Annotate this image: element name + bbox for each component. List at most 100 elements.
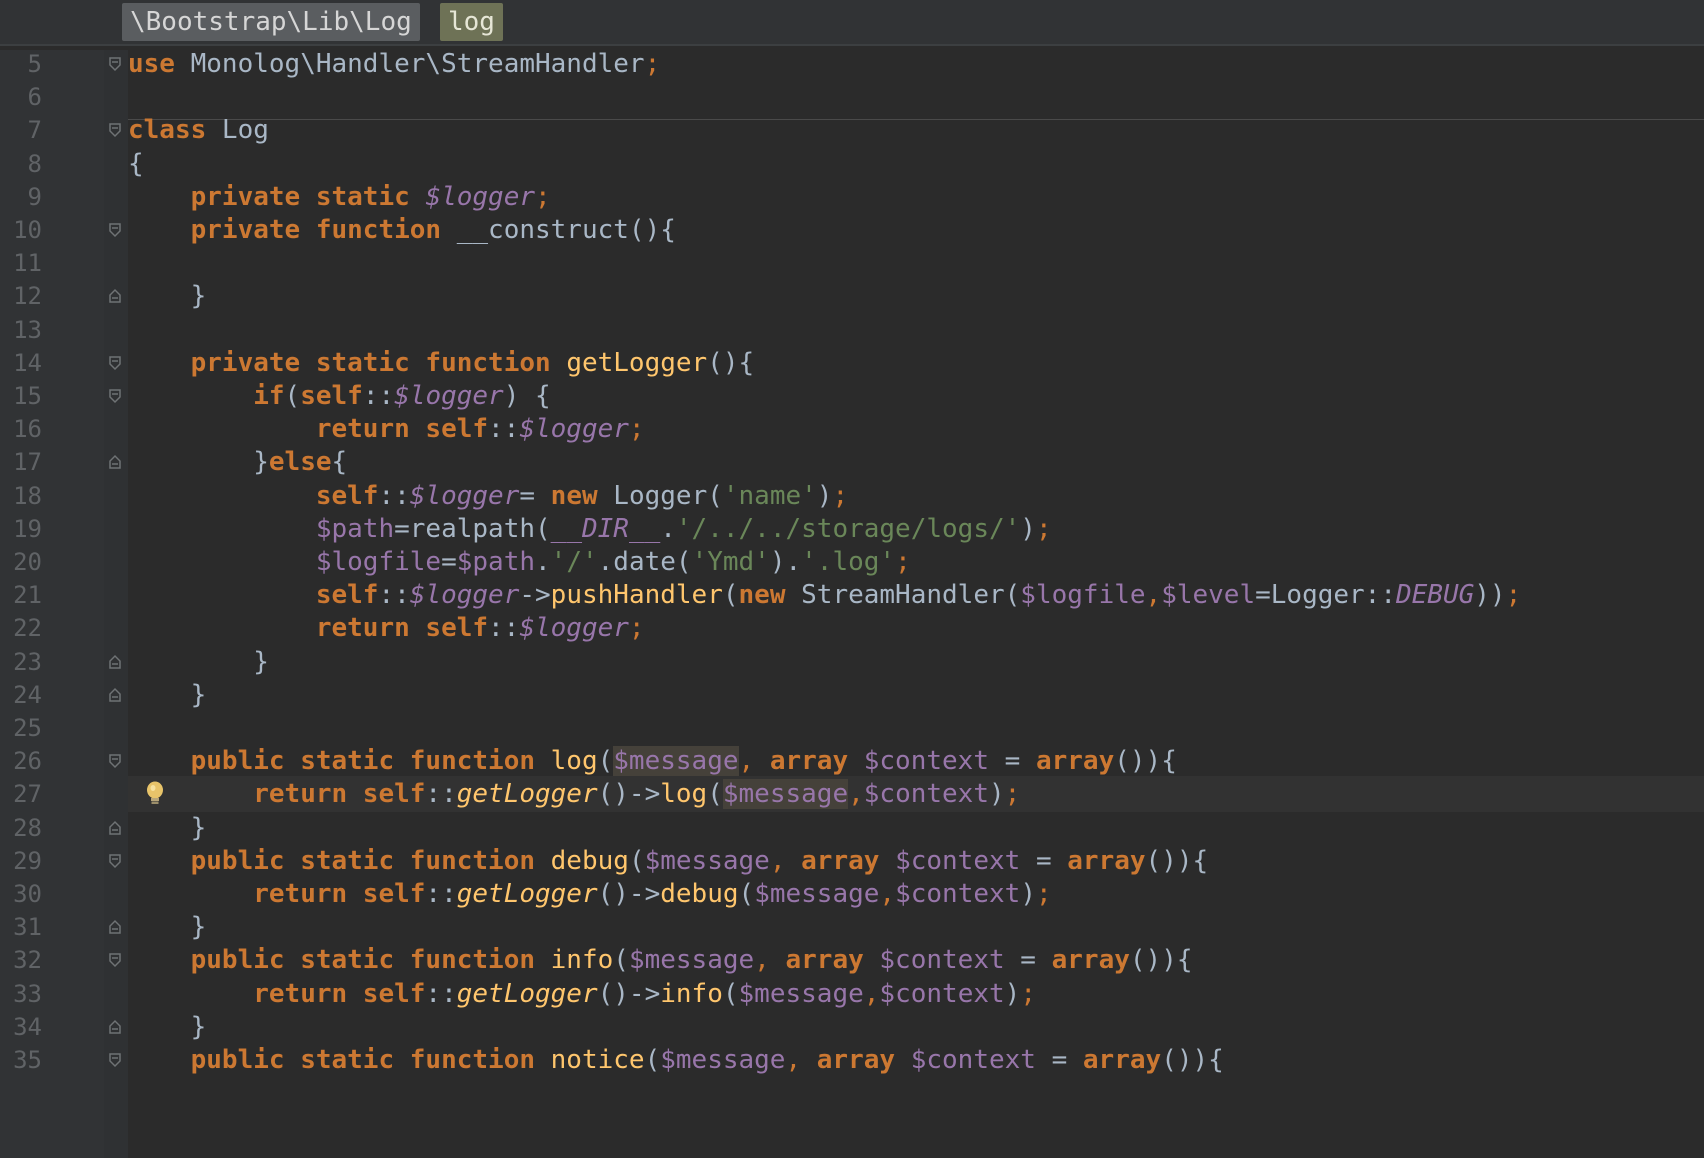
code-line[interactable]: 28 }: [0, 810, 1704, 846]
line-number[interactable]: 10: [0, 212, 42, 248]
line-number[interactable]: 23: [0, 644, 42, 680]
code-line[interactable]: 11: [0, 245, 1704, 281]
code-text[interactable]: return self::getLogger()->log($message,$…: [128, 776, 1020, 812]
line-number[interactable]: 13: [0, 312, 42, 348]
line-number[interactable]: 8: [0, 146, 42, 182]
fold-end-icon[interactable]: [107, 687, 123, 703]
code-line[interactable]: 22 return self::$logger;: [0, 610, 1704, 646]
code-line[interactable]: 13: [0, 312, 1704, 348]
code-line[interactable]: 16 return self::$logger;: [0, 411, 1704, 447]
fold-end-icon[interactable]: [107, 454, 123, 470]
breadcrumb-namespace[interactable]: \Bootstrap\Lib\Log: [122, 3, 420, 41]
line-number[interactable]: 35: [0, 1042, 42, 1078]
code-text[interactable]: }: [128, 677, 207, 713]
line-number[interactable]: 28: [0, 810, 42, 846]
code-line[interactable]: 34 }: [0, 1009, 1704, 1045]
line-number[interactable]: 9: [0, 179, 42, 215]
fold-end-icon[interactable]: [107, 919, 123, 935]
code-line[interactable]: 9 private static $logger;: [0, 179, 1704, 215]
code-line[interactable]: 23 }: [0, 644, 1704, 680]
code-text[interactable]: public static function info($message, ar…: [128, 942, 1193, 978]
fold-collapse-icon[interactable]: [107, 753, 123, 769]
code-text[interactable]: }: [128, 909, 207, 945]
fold-end-icon[interactable]: [107, 654, 123, 670]
fold-end-icon[interactable]: [107, 1019, 123, 1035]
code-line[interactable]: 20 $logfile=$path.'/'.date('Ymd').'.log'…: [0, 544, 1704, 580]
line-number[interactable]: 29: [0, 843, 42, 879]
line-number[interactable]: 21: [0, 577, 42, 613]
code-text[interactable]: return self::getLogger()->debug($message…: [128, 876, 1051, 912]
fold-collapse-icon[interactable]: [107, 222, 123, 238]
line-number[interactable]: 24: [0, 677, 42, 713]
fold-collapse-icon[interactable]: [107, 388, 123, 404]
line-number[interactable]: 25: [0, 710, 42, 746]
code-line[interactable]: 15 if(self::$logger) {: [0, 378, 1704, 414]
line-number[interactable]: 12: [0, 278, 42, 314]
line-number[interactable]: 14: [0, 345, 42, 381]
code-line[interactable]: 5 use Monolog\Handler\StreamHandler;: [0, 46, 1704, 82]
code-text[interactable]: $logfile=$path.'/'.date('Ymd').'.log';: [128, 544, 911, 580]
line-number[interactable]: 5: [0, 46, 42, 82]
code-line[interactable]: 35 public static function notice($messag…: [0, 1042, 1704, 1078]
code-text[interactable]: private static $logger;: [128, 179, 551, 215]
line-number[interactable]: 33: [0, 976, 42, 1012]
code-text[interactable]: }: [128, 810, 207, 846]
code-text[interactable]: public static function debug($message, a…: [128, 843, 1209, 879]
code-text[interactable]: private function __construct(){: [128, 212, 676, 248]
line-number[interactable]: 11: [0, 245, 42, 281]
fold-collapse-icon[interactable]: [107, 952, 123, 968]
line-number[interactable]: 19: [0, 511, 42, 547]
code-text[interactable]: }: [128, 644, 269, 680]
code-line[interactable]: 12 }: [0, 278, 1704, 314]
code-text[interactable]: use Monolog\Handler\StreamHandler;: [128, 46, 660, 82]
line-number[interactable]: 7: [0, 112, 42, 148]
fold-collapse-icon[interactable]: [107, 853, 123, 869]
code-line[interactable]: 30 return self::getLogger()->debug($mess…: [0, 876, 1704, 912]
line-number[interactable]: 30: [0, 876, 42, 912]
code-line[interactable]: 27 return self::getLogger()->log($messag…: [0, 776, 1704, 813]
code-text[interactable]: }: [128, 278, 207, 314]
code-line[interactable]: 17 }else{: [0, 444, 1704, 480]
line-number[interactable]: 17: [0, 444, 42, 480]
code-text[interactable]: return self::$logger;: [128, 610, 645, 646]
code-line[interactable]: 21 self::$logger->pushHandler(new Stream…: [0, 577, 1704, 613]
code-line[interactable]: 31 }: [0, 909, 1704, 945]
code-line[interactable]: 26 public static function log($message, …: [0, 743, 1704, 779]
code-line[interactable]: 33 return self::getLogger()->info($messa…: [0, 976, 1704, 1012]
line-number[interactable]: 26: [0, 743, 42, 779]
line-number[interactable]: 18: [0, 478, 42, 514]
line-number[interactable]: 27: [0, 776, 42, 812]
code-line[interactable]: 32 public static function info($message,…: [0, 942, 1704, 978]
fold-end-icon[interactable]: [107, 820, 123, 836]
code-text[interactable]: $path=realpath(__DIR__.'/../../storage/l…: [128, 511, 1052, 547]
line-number[interactable]: 34: [0, 1009, 42, 1045]
code-text[interactable]: return self::$logger;: [128, 411, 645, 447]
code-text[interactable]: self::$logger->pushHandler(new StreamHan…: [128, 577, 1521, 613]
line-number[interactable]: 20: [0, 544, 42, 580]
code-line[interactable]: 14 private static function getLogger(){: [0, 345, 1704, 381]
fold-end-icon[interactable]: [107, 288, 123, 304]
code-editor[interactable]: 5 use Monolog\Handler\StreamHandler; 6 7 cla…: [0, 49, 1704, 1158]
line-number[interactable]: 32: [0, 942, 42, 978]
line-number[interactable]: 31: [0, 909, 42, 945]
fold-collapse-icon[interactable]: [107, 1052, 123, 1068]
breadcrumb-class[interactable]: log: [440, 3, 503, 41]
code-text[interactable]: {: [128, 146, 144, 182]
line-number[interactable]: 16: [0, 411, 42, 447]
code-text[interactable]: }else{: [128, 444, 347, 480]
code-line[interactable]: 19 $path=realpath(__DIR__.'/../../storag…: [0, 511, 1704, 547]
code-line[interactable]: 8{: [0, 146, 1704, 182]
fold-collapse-icon[interactable]: [107, 56, 123, 72]
code-line[interactable]: 7 class Log: [0, 112, 1704, 148]
fold-collapse-icon[interactable]: [107, 122, 123, 138]
line-number[interactable]: 6: [0, 79, 42, 115]
code-line[interactable]: 29 public static function debug($message…: [0, 843, 1704, 879]
code-text[interactable]: self::$logger= new Logger('name');: [128, 478, 848, 514]
fold-collapse-icon[interactable]: [107, 355, 123, 371]
code-text[interactable]: if(self::$logger) {: [128, 378, 550, 414]
code-text[interactable]: }: [128, 1009, 207, 1045]
code-line[interactable]: 24 }: [0, 677, 1704, 713]
line-number[interactable]: 15: [0, 378, 42, 414]
code-line[interactable]: 6: [0, 79, 1704, 115]
code-text[interactable]: public static function log($message, arr…: [128, 743, 1177, 779]
